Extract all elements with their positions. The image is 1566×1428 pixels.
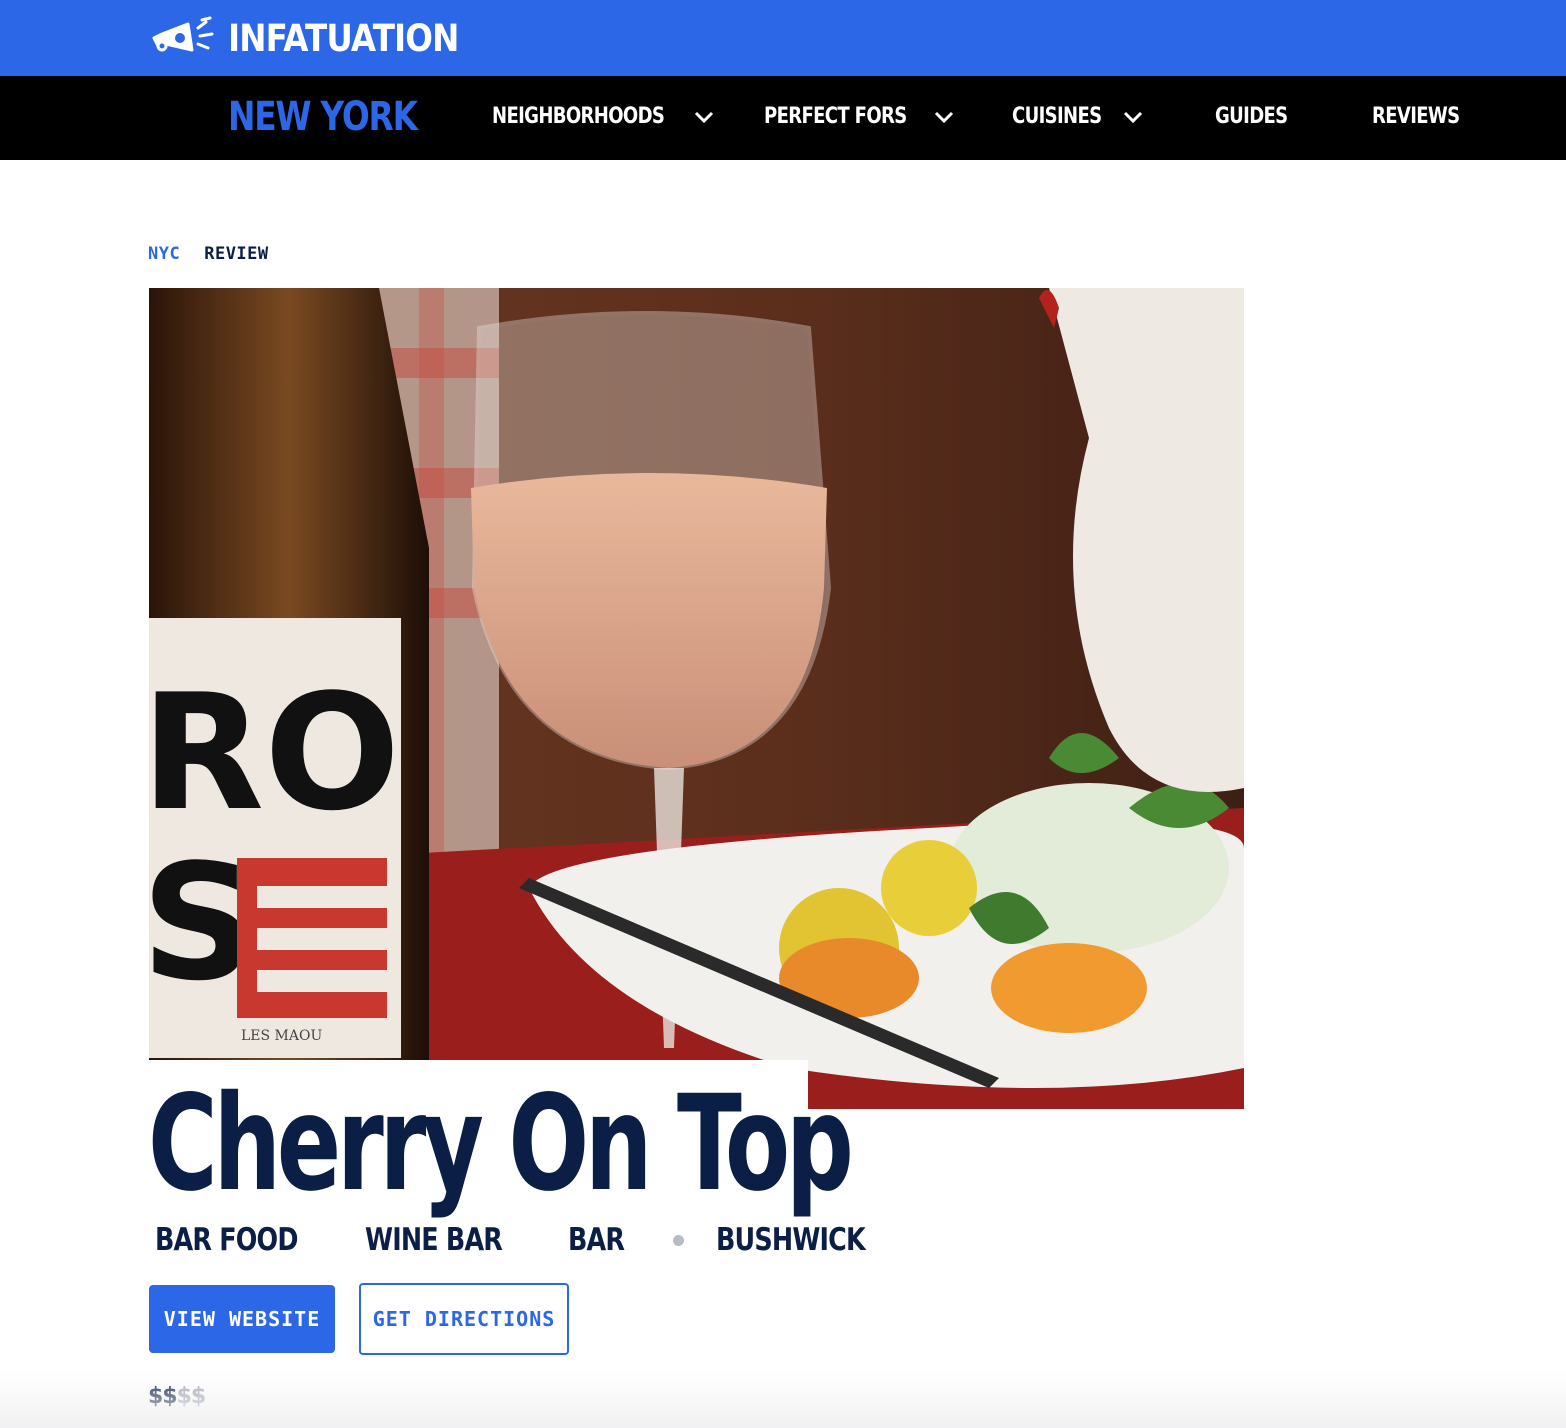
nav-label: REVIEWS <box>1372 104 1460 129</box>
chevron-down-icon <box>694 111 714 123</box>
tag-label: BAR <box>568 1222 625 1258</box>
svg-text:LES MAOU: LES MAOU <box>241 1028 322 1044</box>
breadcrumb-city[interactable]: NYC <box>148 244 180 264</box>
nav-guides[interactable]: GUIDES <box>1215 104 1303 129</box>
tag-label: BAR FOOD <box>155 1222 298 1258</box>
svg-text:RO: RO <box>149 659 400 846</box>
price-empty: $$ <box>176 1384 207 1409</box>
nav-neighborhoods[interactable]: NEIGHBORHOODS <box>492 104 714 129</box>
view-website-button[interactable]: VIEW WEBSITE <box>149 1285 335 1353</box>
hero-image: RO S LES MAOU <box>149 288 1244 1109</box>
separator-dot <box>672 1234 684 1246</box>
tag-label: BUSHWICK <box>715 1222 866 1258</box>
megaphone-icon <box>152 16 214 52</box>
nav-label: GUIDES <box>1215 104 1288 129</box>
price-rating: $$$$ <box>148 1384 207 1409</box>
tag-neighborhood[interactable]: BUSHWICK <box>709 1222 904 1258</box>
tag-wine-bar[interactable]: WINE BAR <box>358 1222 539 1258</box>
logo-text: INFATUATION <box>228 16 459 60</box>
tag-bar-food[interactable]: BAR FOOD <box>149 1222 335 1258</box>
chevron-down-icon <box>934 111 953 123</box>
brand-bar: INFATUATION <box>0 0 1566 76</box>
chevron-down-icon <box>1124 111 1143 123</box>
breadcrumb-section: REVIEW <box>204 244 269 264</box>
city-nav: NEW YORK NEIGHBORHOODS PERFECT FORS CUIS… <box>0 76 1566 160</box>
nav-reviews[interactable]: REVIEWS <box>1372 104 1479 129</box>
nav-perfect-fors[interactable]: PERFECT FORS <box>764 104 954 129</box>
breadcrumb: NYC REVIEW <box>148 244 269 264</box>
nav-label: CUISINES <box>1012 104 1102 129</box>
nav-cuisines[interactable]: CUISINES <box>1012 104 1143 129</box>
tag-bar[interactable]: BAR <box>562 1222 643 1258</box>
tag-label: WINE BAR <box>364 1222 503 1258</box>
logo[interactable]: INFATUATION <box>148 12 490 64</box>
nav-label: PERFECT FORS <box>764 104 907 129</box>
get-directions-button[interactable]: GET DIRECTIONS <box>359 1283 569 1355</box>
tag-list: BAR FOOD WINE BAR BAR BUSHWICK <box>149 1222 927 1258</box>
city-link[interactable]: NEW YORK <box>228 94 418 140</box>
nav-label: NEIGHBORHOODS <box>492 104 665 129</box>
price-filled: $$ <box>148 1384 178 1409</box>
restaurant-name: Cherry On Top <box>148 1067 854 1221</box>
scroll-fade <box>0 1370 1566 1428</box>
